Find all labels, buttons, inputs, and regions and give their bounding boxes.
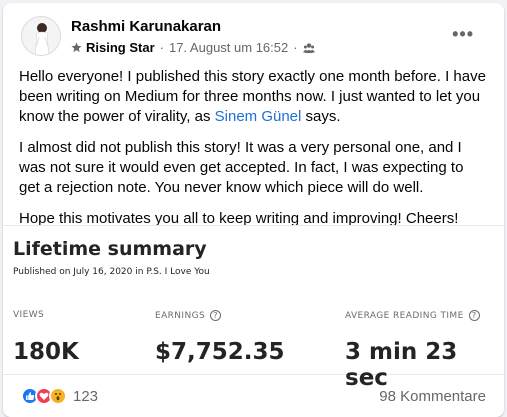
- help-icon: ?: [468, 310, 480, 321]
- post-footer: 123 98 Kommentare: [21, 385, 486, 409]
- reaction-count: 123: [73, 387, 99, 405]
- meta-separator: ·: [293, 40, 298, 55]
- image-title: Lifetime summary: [13, 238, 207, 260]
- star-icon: [71, 42, 82, 53]
- stat-label-text: AVERAGE READING TIME: [345, 310, 464, 321]
- earnings-value: $7,752.35: [155, 339, 285, 365]
- views-label: VIEWS: [13, 310, 44, 320]
- badge-label: Rising Star: [86, 40, 155, 55]
- avatar[interactable]: [21, 16, 61, 56]
- post-timestamp[interactable]: 17. August um 16:52: [169, 40, 288, 55]
- earnings-label: EARNINGS ?: [155, 310, 222, 321]
- reading-time-label: AVERAGE READING TIME ?: [345, 310, 480, 321]
- views-value: 180K: [13, 339, 79, 365]
- author-name[interactable]: Rashmi Karunakaran: [71, 18, 221, 35]
- mention-link[interactable]: Sinem Günel: [215, 108, 302, 125]
- stat-label-text: VIEWS: [13, 310, 45, 320]
- post-text: Hello everyone! I published this story e…: [19, 67, 488, 240]
- group-audience-icon: [302, 42, 315, 53]
- reactions-summary[interactable]: 123: [21, 387, 98, 405]
- rising-star-badge[interactable]: Rising Star: [71, 40, 155, 55]
- post-card: Rashmi Karunakaran Rising Star · 17. Aug…: [3, 3, 504, 417]
- image-subtitle: Published on July 16, 2020 in P.S. I Lov…: [13, 267, 210, 277]
- post-header: Rashmi Karunakaran Rising Star · 17. Aug…: [21, 16, 492, 60]
- meta-separator: ·: [159, 40, 164, 55]
- avatar-image: [22, 17, 60, 55]
- reading-time-value: 3 min 23 sec: [345, 339, 458, 391]
- post-meta: Rising Star · 17. August um 16:52 ·: [71, 40, 315, 55]
- more-options-button[interactable]: •••: [452, 24, 474, 45]
- post-paragraph: Hello everyone! I published this story e…: [19, 67, 488, 127]
- post-paragraph: I almost did not publish this story! It …: [19, 139, 464, 196]
- stat-label-text: EARNINGS: [155, 310, 206, 321]
- paragraph-text: says.: [301, 108, 341, 125]
- help-icon: ?: [210, 310, 222, 321]
- comments-count-link[interactable]: 98 Kommentare: [379, 388, 486, 405]
- post-image[interactable]: Lifetime summary Published on July 16, 2…: [3, 225, 504, 391]
- wow-icon: [49, 387, 67, 405]
